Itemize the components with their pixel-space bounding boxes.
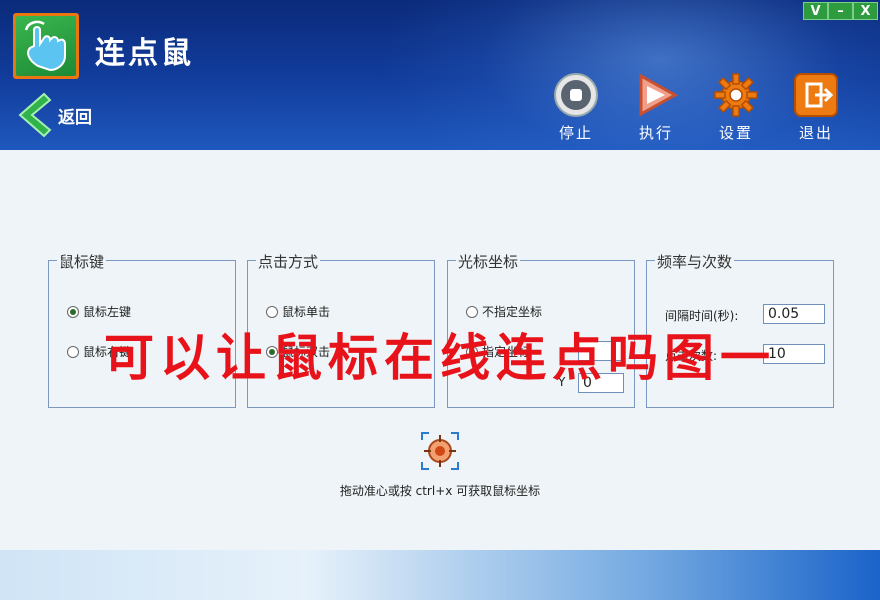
interval-field[interactable] [763,304,825,324]
y-label: Y [558,375,566,389]
radio-label: 鼠标左键 [83,305,132,319]
group-legend: 鼠标键 [57,251,107,272]
count-label: 点击次数: [665,349,718,363]
play-icon [639,73,679,117]
settings-label: 设置 [718,124,753,142]
window-controls: V – X [803,2,878,20]
radio-dot [67,345,79,358]
exit-button[interactable]: 退出 [786,72,846,143]
radio-dot [266,345,278,358]
settings-button[interactable]: 设置 [706,72,766,143]
radio-label: 指定坐标 [482,345,531,359]
stop-label: 停止 [558,124,593,142]
radio-label: 鼠标双击 [282,345,331,359]
app-title: 连点鼠 [95,36,194,71]
left-button-radio[interactable]: 鼠标左键 [67,303,131,320]
crosshair-hint: 拖动准心或按 ctrl+x 可获取鼠标坐标 [339,484,541,498]
chevron-left-icon [18,92,52,138]
hand-pointer-icon [24,20,66,72]
cursor-position-group: 光标坐标 不指定坐标 指定坐标 Y [447,251,635,408]
unspecified-position-radio[interactable]: 不指定坐标 [466,303,542,320]
restore-button[interactable]: – [828,2,853,20]
radio-dot [466,345,478,358]
radio-label: 鼠标右键 [83,345,132,359]
run-label: 执行 [638,124,673,142]
title-bar: 连点鼠 V – X 返回 停止 执行 设置 退出 [0,0,880,150]
specified-position-radio[interactable]: 指定坐标 [466,343,530,360]
close-button[interactable]: X [853,2,878,20]
app-logo [13,13,79,79]
click-mode-group: 点击方式 鼠标单击 鼠标双击 [247,251,435,408]
right-button-radio[interactable]: 鼠标右键 [67,343,131,360]
radio-dot [266,305,278,318]
count-field[interactable] [763,344,825,364]
gear-icon [714,73,758,117]
crosshair-icon[interactable] [421,432,459,470]
mouse-button-group: 鼠标键 鼠标左键 鼠标右键 [48,251,236,408]
minimize-button[interactable]: V [803,2,828,20]
double-click-radio[interactable]: 鼠标双击 [266,343,330,360]
radio-dot [67,305,79,318]
stop-icon [554,73,598,117]
interval-label: 间隔时间(秒): [665,309,739,323]
footer-bar [0,550,880,600]
group-legend: 点击方式 [256,251,321,272]
group-legend: 光标坐标 [456,251,521,272]
exit-icon [794,73,838,117]
back-button[interactable]: 返回 [18,92,92,138]
stop-button[interactable]: 停止 [546,72,606,143]
y-coordinate-field[interactable] [578,373,624,393]
radio-dot [466,305,478,318]
exit-label: 退出 [798,124,833,142]
back-label: 返回 [58,107,92,128]
x-coordinate-field[interactable] [578,341,624,361]
frequency-group: 频率与次数 间隔时间(秒): 点击次数: [646,251,834,408]
group-legend: 频率与次数 [655,251,735,272]
single-click-radio[interactable]: 鼠标单击 [266,303,330,320]
radio-label: 鼠标单击 [282,305,331,319]
run-button[interactable]: 执行 [626,72,686,143]
radio-label: 不指定坐标 [482,305,543,319]
